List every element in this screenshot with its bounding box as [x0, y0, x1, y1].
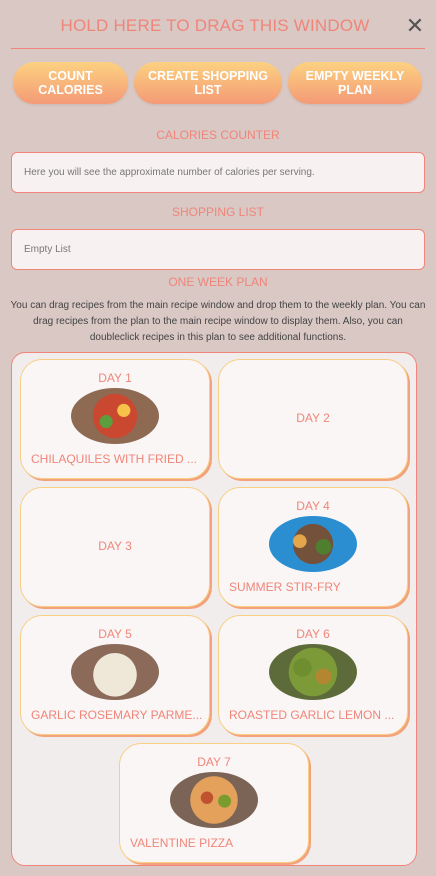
day-3-card[interactable]: DAY 3	[20, 487, 210, 607]
day-4-card[interactable]: DAY 4 SUMMER STIR-FRY	[218, 487, 408, 607]
calories-counter-heading: CALORIES COUNTER	[156, 128, 280, 142]
day-7-card[interactable]: DAY 7 VALENTINE PIZZA	[119, 743, 309, 863]
day-7-recipe-title: VALENTINE PIZZA	[130, 836, 234, 850]
weekly-plan-container[interactable]: DAY 1 CHILAQUILES WITH FRIED ... DAY 2 D…	[11, 352, 417, 866]
day-5-recipe-image	[71, 644, 159, 700]
day-4-label: DAY 4	[296, 499, 330, 513]
one-week-plan-heading: ONE WEEK PLAN	[168, 275, 268, 289]
day-1-card[interactable]: DAY 1 CHILAQUILES WITH FRIED ...	[20, 359, 210, 479]
day-2-card[interactable]: DAY 2	[218, 359, 408, 479]
day-4-recipe-image	[269, 516, 357, 572]
day-6-recipe-title: ROASTED GARLIC LEMON ...	[229, 708, 395, 722]
empty-weekly-plan-button[interactable]: EMPTY WEEKLY PLAN	[288, 62, 422, 104]
day-7-label: DAY 7	[197, 755, 231, 769]
day-7-recipe-image	[170, 772, 258, 828]
day-1-recipe-title: CHILAQUILES WITH FRIED ...	[31, 452, 198, 466]
calories-output-field: Here you will see the approximate number…	[11, 152, 425, 193]
day-5-recipe-title: GARLIC ROSEMARY PARME...	[31, 708, 203, 722]
title-divider	[11, 48, 425, 49]
day-4-recipe-title: SUMMER STIR-FRY	[229, 580, 341, 594]
close-icon[interactable]: ✕	[404, 15, 426, 38]
shopping-list-field: Empty List	[11, 229, 425, 270]
shopping-list-heading: SHOPPING LIST	[171, 205, 265, 219]
day-5-card[interactable]: DAY 5 GARLIC ROSEMARY PARME...	[20, 615, 210, 735]
day-2-label: DAY 2	[296, 411, 330, 425]
create-shopping-list-button[interactable]: CREATE SHOPPING LIST	[134, 62, 282, 104]
plan-description: You can drag recipes from the main recip…	[10, 300, 426, 343]
day-5-label: DAY 5	[98, 627, 132, 641]
day-6-recipe-image	[269, 644, 357, 700]
day-6-label: DAY 6	[296, 627, 330, 641]
window-title: HOLD HERE TO DRAG THIS WINDOW	[60, 16, 370, 35]
day-1-recipe-image	[71, 388, 159, 444]
drag-handle-titlebar[interactable]: HOLD HERE TO DRAG THIS WINDOW ✕	[0, 0, 436, 50]
count-calories-button[interactable]: COUNT CALORIES	[13, 62, 128, 104]
day-1-label: DAY 1	[98, 371, 132, 385]
day-3-label: DAY 3	[98, 539, 132, 553]
day-6-card[interactable]: DAY 6 ROASTED GARLIC LEMON ...	[218, 615, 408, 735]
